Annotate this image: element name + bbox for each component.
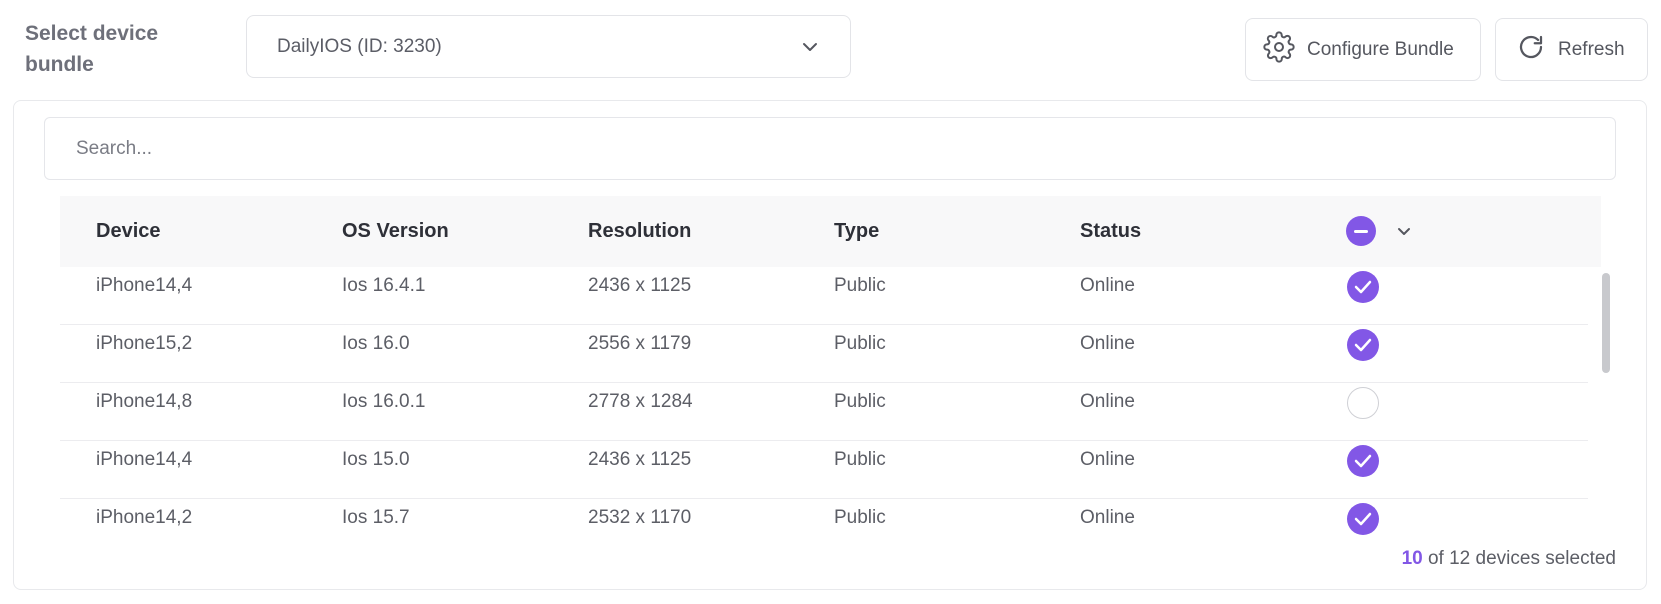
- cell-type: Public: [834, 449, 886, 470]
- cell-resolution: 2436 x 1125: [588, 275, 692, 296]
- selection-summary: 10 of 12 devices selected: [1314, 548, 1616, 570]
- column-header-type[interactable]: Type: [834, 196, 879, 267]
- configure-bundle-button[interactable]: Configure Bundle: [1245, 18, 1481, 81]
- table-row[interactable]: iPhone14,4 Ios 15.0 2436 x 1125 Public O…: [60, 441, 1588, 499]
- cell-type: Public: [834, 275, 886, 296]
- cell-status: Online: [1080, 507, 1135, 528]
- cell-device: iPhone14,4: [96, 449, 193, 470]
- minus-circle-icon: [1354, 229, 1368, 233]
- table-row[interactable]: iPhone15,2 Ios 16.0 2556 x 1179 Public O…: [60, 325, 1588, 383]
- bundle-select-value: DailyIOS (ID: 3230): [277, 35, 442, 57]
- column-header-status[interactable]: Status: [1080, 196, 1141, 267]
- table-row[interactable]: iPhone14,4 Ios 16.4.1 2436 x 1125 Public…: [60, 267, 1588, 325]
- refresh-label: Refresh: [1558, 38, 1625, 60]
- selection-summary-text: of 12 devices selected: [1422, 548, 1616, 569]
- cell-status: Online: [1080, 275, 1135, 296]
- check-icon: [1354, 512, 1372, 526]
- table-row[interactable]: iPhone14,8 Ios 16.0.1 2778 x 1284 Public…: [60, 383, 1588, 441]
- cell-device: iPhone14,2: [96, 507, 193, 528]
- cell-status: Online: [1080, 391, 1135, 412]
- chevron-down-icon: [1398, 227, 1410, 235]
- column-header-device[interactable]: Device: [96, 196, 161, 267]
- cell-resolution: 2556 x 1179: [588, 333, 692, 354]
- check-icon: [1354, 454, 1372, 468]
- bundle-select[interactable]: DailyIOS (ID: 3230): [246, 15, 851, 78]
- cell-status: Online: [1080, 449, 1135, 470]
- row-checkbox[interactable]: [1347, 445, 1379, 477]
- select-all-toggle[interactable]: [1346, 216, 1376, 246]
- cell-device: iPhone15,2: [96, 333, 193, 354]
- table-scrollbar[interactable]: [1601, 267, 1611, 542]
- scrollbar-thumb[interactable]: [1602, 273, 1610, 373]
- cell-os-version: Ios 16.4.1: [342, 275, 426, 296]
- column-header-os-version[interactable]: OS Version: [342, 196, 449, 267]
- cell-resolution: 2778 x 1284: [588, 391, 693, 412]
- selected-count: 10: [1401, 548, 1423, 569]
- row-checkbox[interactable]: [1347, 387, 1379, 419]
- cell-os-version: Ios 16.0.1: [342, 391, 426, 412]
- row-checkbox[interactable]: [1347, 329, 1379, 361]
- cell-resolution: 2436 x 1125: [588, 449, 692, 470]
- selection-menu-chevron[interactable]: [1394, 221, 1414, 241]
- device-panel: Device OS Version Resolution Type Status…: [13, 100, 1647, 590]
- cell-type: Public: [834, 507, 886, 528]
- cell-type: Public: [834, 333, 886, 354]
- search-input[interactable]: [76, 137, 1584, 160]
- check-icon: [1354, 338, 1372, 352]
- table-row[interactable]: iPhone14,2 Ios 15.7 2532 x 1170 Public O…: [60, 499, 1588, 542]
- configure-bundle-label: Configure Bundle: [1307, 38, 1454, 60]
- gear-icon: [1263, 30, 1295, 69]
- table-header: Device OS Version Resolution Type Status: [60, 196, 1601, 267]
- row-checkbox[interactable]: [1347, 503, 1379, 535]
- cell-device: iPhone14,4: [96, 275, 193, 296]
- cell-device: iPhone14,8: [96, 391, 193, 412]
- cell-resolution: 2532 x 1170: [588, 507, 692, 528]
- check-icon: [1354, 280, 1372, 294]
- cell-os-version: Ios 15.0: [342, 449, 410, 470]
- row-checkbox[interactable]: [1347, 271, 1379, 303]
- cell-status: Online: [1080, 333, 1135, 354]
- column-header-resolution[interactable]: Resolution: [588, 196, 691, 267]
- refresh-button[interactable]: Refresh: [1495, 18, 1648, 81]
- search-box: [44, 117, 1616, 180]
- chevron-down-icon: [800, 37, 820, 57]
- refresh-icon: [1516, 32, 1546, 68]
- cell-os-version: Ios 16.0: [342, 333, 410, 354]
- cell-os-version: Ios 15.7: [342, 507, 410, 528]
- cell-type: Public: [834, 391, 886, 412]
- table-body: iPhone14,4 Ios 16.4.1 2436 x 1125 Public…: [60, 267, 1588, 542]
- bundle-label: Select device bundle: [25, 22, 159, 76]
